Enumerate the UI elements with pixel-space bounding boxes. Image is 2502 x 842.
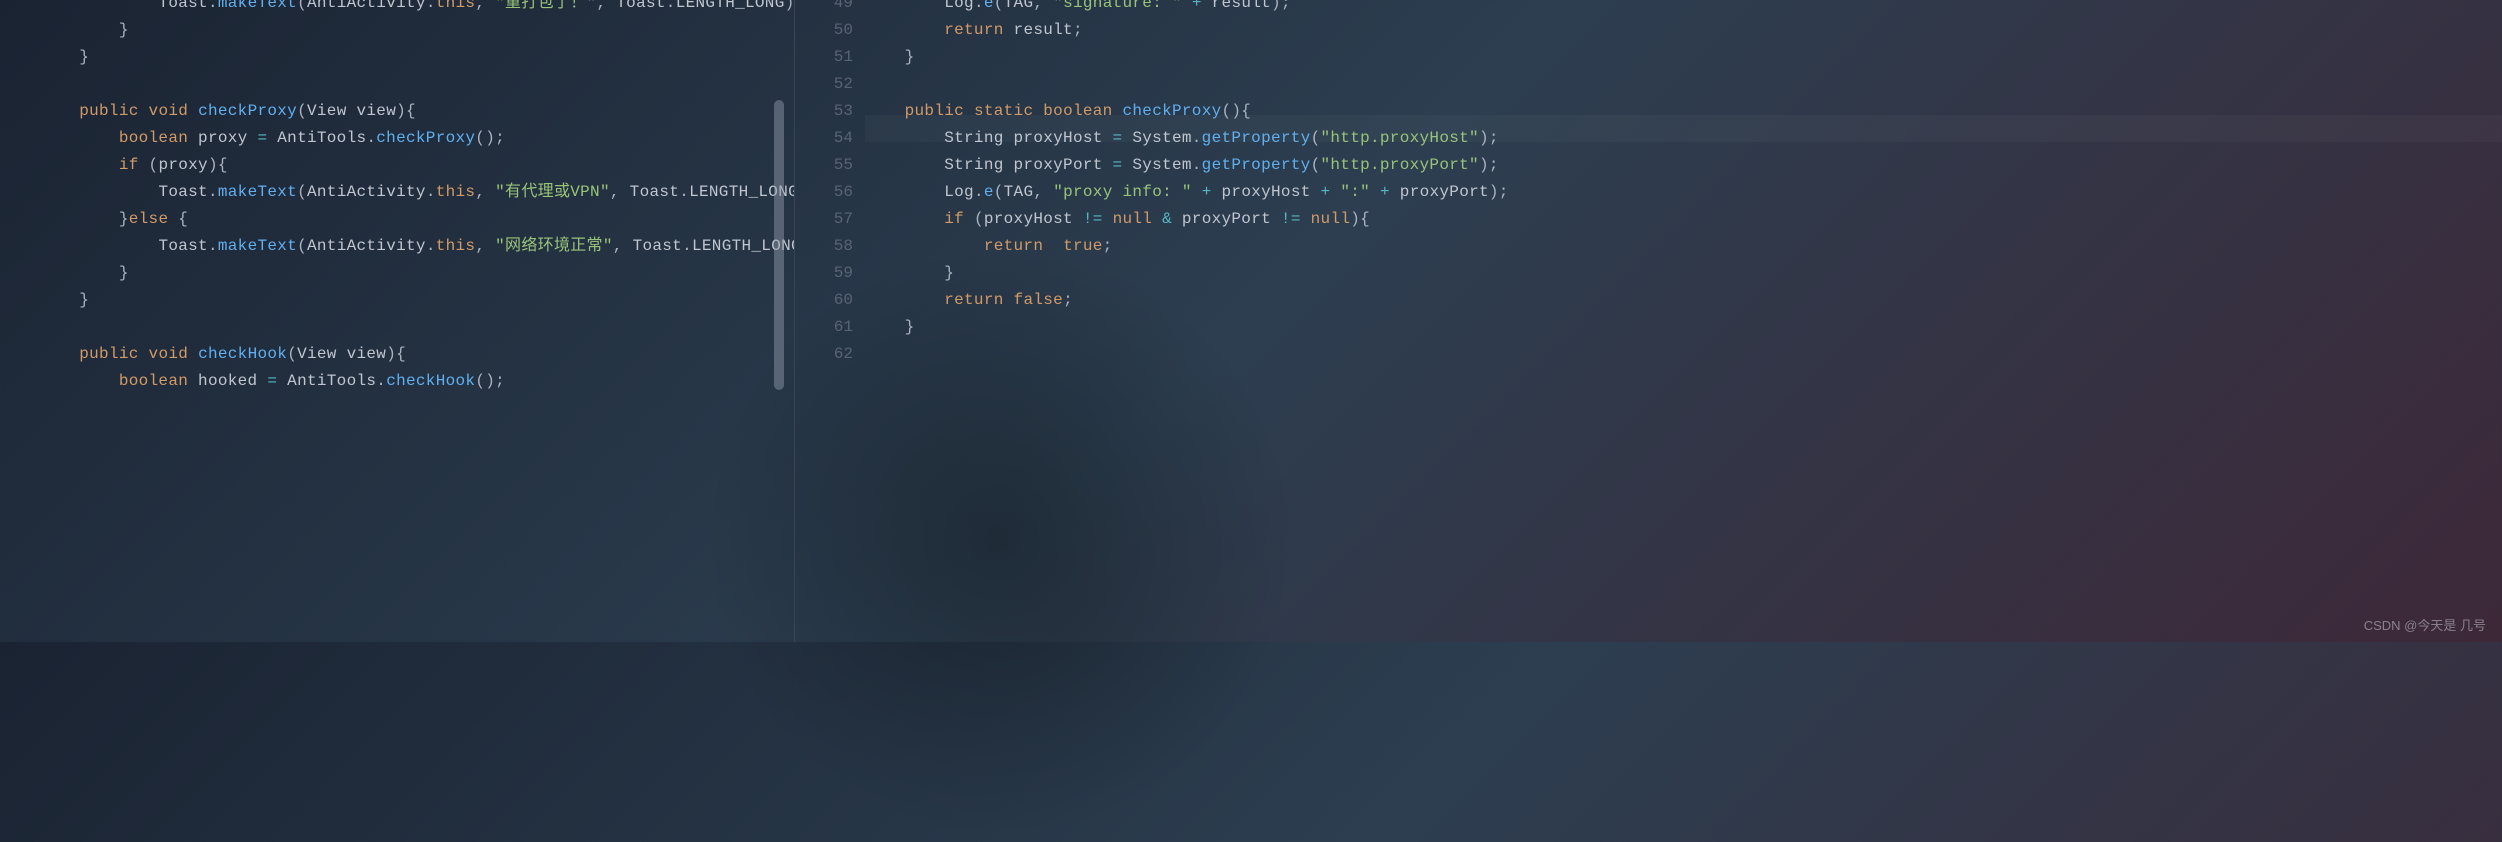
code-line[interactable] [865, 71, 2502, 98]
code-line[interactable]: return false; [865, 287, 2502, 314]
line-number: 51 [795, 44, 853, 71]
code-line[interactable]: public static boolean checkProxy(){ [865, 98, 2502, 125]
code-line[interactable]: if (proxyHost != null & proxyPort != nul… [865, 206, 2502, 233]
code-line[interactable]: Log.e(TAG, "signature: " + result); [865, 0, 2502, 17]
code-line[interactable] [865, 341, 2502, 368]
code-line[interactable]: String proxyPort = System.getProperty("h… [865, 152, 2502, 179]
line-number: 53 [795, 98, 853, 125]
right-code-area[interactable]: Log.e(TAG, "signature: " + result); retu… [865, 0, 2502, 642]
code-line[interactable]: } [0, 17, 794, 44]
line-number: 52 [795, 71, 853, 98]
code-line[interactable]: boolean proxy = AntiTools.checkProxy(); [0, 125, 794, 152]
code-line[interactable]: } [865, 314, 2502, 341]
code-line[interactable]: return true; [865, 233, 2502, 260]
code-line[interactable]: boolean hooked = AntiTools.checkHook(); [0, 368, 794, 395]
code-line[interactable] [0, 314, 794, 341]
code-line[interactable]: Toast.makeText(AntiActivity.this, "有代理或V… [0, 179, 794, 206]
code-line[interactable]: } [0, 287, 794, 314]
line-number: 59 [795, 260, 853, 287]
line-number: 60 [795, 287, 853, 314]
code-line[interactable]: Toast.makeText(AntiActivity.this, "网络环境正… [0, 233, 794, 260]
code-line[interactable]: String proxyHost = System.getProperty("h… [865, 125, 2502, 152]
left-editor-pane[interactable]: Toast.makeText(AntiActivity.this, "重打包了！… [0, 0, 795, 642]
code-line[interactable]: return result; [865, 17, 2502, 44]
line-number: 56 [795, 179, 853, 206]
line-number: 55 [795, 152, 853, 179]
left-scrollbar-thumb[interactable] [774, 100, 784, 390]
code-line[interactable]: } [865, 44, 2502, 71]
line-number: 50 [795, 17, 853, 44]
line-number: 54 [795, 125, 853, 152]
line-number: 57 [795, 206, 853, 233]
code-line[interactable]: } [0, 260, 794, 287]
code-line[interactable]: } [0, 44, 794, 71]
line-number: 58 [795, 233, 853, 260]
left-code-area[interactable]: Toast.makeText(AntiActivity.this, "重打包了！… [0, 0, 794, 395]
line-number: 49 [795, 0, 853, 17]
code-line[interactable]: public void checkHook(View view){ [0, 341, 794, 368]
code-line[interactable]: public void checkProxy(View view){ [0, 98, 794, 125]
code-line[interactable]: if (proxy){ [0, 152, 794, 179]
code-line[interactable]: Log.e(TAG, "proxy info: " + proxyHost + … [865, 179, 2502, 206]
csdn-watermark: CSDN @今天是 几号 [2364, 615, 2486, 634]
line-number: 62 [795, 341, 853, 368]
right-line-gutter: 4950515253545556575859606162 [795, 0, 865, 642]
code-line[interactable]: } [865, 260, 2502, 287]
right-editor-pane[interactable]: 4950515253545556575859606162 Log.e(TAG, … [795, 0, 2502, 642]
code-line[interactable]: }else { [0, 206, 794, 233]
code-line[interactable]: Toast.makeText(AntiActivity.this, "重打包了！… [0, 0, 794, 17]
line-number: 61 [795, 314, 853, 341]
code-line[interactable] [0, 71, 794, 98]
